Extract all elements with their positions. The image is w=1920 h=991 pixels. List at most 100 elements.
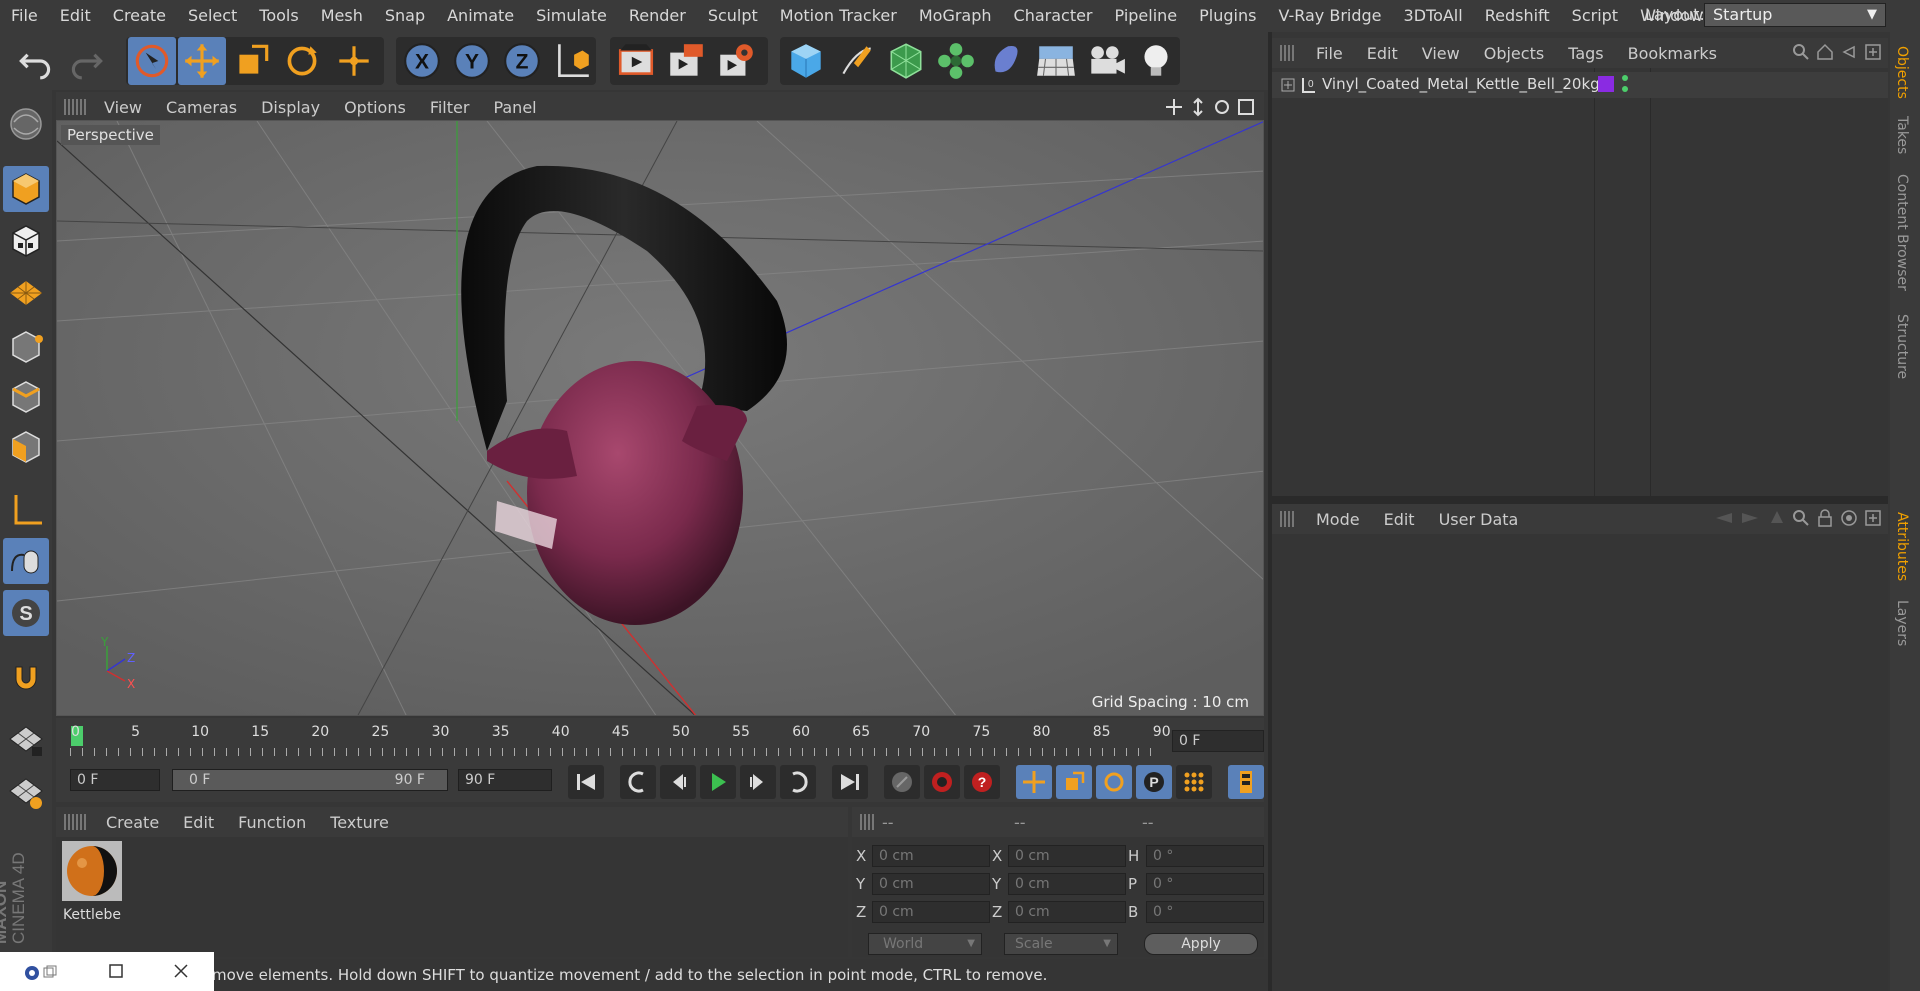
play-icon[interactable] bbox=[700, 765, 736, 799]
panel-grip-icon[interactable] bbox=[1280, 511, 1296, 527]
menu-file[interactable]: File bbox=[0, 0, 49, 32]
menu-select[interactable]: Select bbox=[177, 0, 248, 32]
viewport-menu-filter[interactable]: Filter bbox=[418, 98, 482, 117]
menu-plugins[interactable]: Plugins bbox=[1188, 0, 1267, 32]
panel-divider[interactable] bbox=[1268, 32, 1272, 991]
position-x-field[interactable]: 0 cm bbox=[872, 845, 990, 867]
3d-viewport[interactable]: Y Z X Perspective Grid Spacing : 10 cm bbox=[56, 120, 1264, 716]
tab-objects[interactable]: Objects bbox=[1894, 46, 1910, 99]
end-frame-field[interactable]: 90 F bbox=[458, 769, 552, 791]
menu-render[interactable]: Render bbox=[618, 0, 697, 32]
cinema4d-app-icon[interactable] bbox=[24, 964, 60, 982]
size-z-field[interactable]: 0 cm bbox=[1008, 901, 1126, 923]
material-menu-texture[interactable]: Texture bbox=[318, 813, 401, 832]
pan-view-icon[interactable] bbox=[1164, 97, 1184, 117]
object-row[interactable]: 0 Vinyl_Coated_Metal_Kettle_Bell_20kg bbox=[1272, 72, 1888, 98]
previous-keyframe-icon[interactable] bbox=[620, 765, 656, 799]
new-panel-icon[interactable] bbox=[1864, 509, 1882, 527]
enable-axis-icon[interactable] bbox=[3, 488, 49, 534]
menu-pipeline[interactable]: Pipeline bbox=[1104, 0, 1189, 32]
coordinate-system-icon[interactable] bbox=[548, 37, 596, 85]
menu-character[interactable]: Character bbox=[1003, 0, 1104, 32]
panel-grip-icon[interactable] bbox=[1280, 45, 1296, 61]
menu-redshift[interactable]: Redshift bbox=[1474, 0, 1561, 32]
menu-animate[interactable]: Animate bbox=[436, 0, 525, 32]
scale-icon[interactable] bbox=[228, 37, 276, 85]
menu-create[interactable]: Create bbox=[102, 0, 177, 32]
coordinate-mode-dropdown[interactable]: World ▼ bbox=[868, 933, 982, 955]
home-icon[interactable] bbox=[1816, 43, 1834, 61]
rotation-p-field[interactable]: 0 ° bbox=[1146, 873, 1264, 895]
lock-workplane-icon[interactable] bbox=[3, 718, 49, 764]
texture-mode-icon[interactable] bbox=[3, 218, 49, 264]
object-menu-file[interactable]: File bbox=[1304, 44, 1355, 63]
zoom-view-icon[interactable] bbox=[1188, 97, 1208, 117]
render-picture-viewer-icon[interactable] bbox=[662, 37, 710, 85]
move-icon[interactable] bbox=[178, 37, 226, 85]
tab-structure[interactable]: Structure bbox=[1894, 314, 1910, 379]
target-icon[interactable] bbox=[1840, 509, 1858, 527]
recent-tools-icon[interactable] bbox=[330, 37, 378, 85]
tab-attributes[interactable]: Attributes bbox=[1894, 512, 1910, 581]
tab-layers[interactable]: Layers bbox=[1894, 600, 1910, 646]
material-swatch[interactable]: Kettlebe bbox=[60, 841, 124, 923]
edges-mode-icon[interactable] bbox=[3, 374, 49, 420]
x-axis-lock-icon[interactable]: X bbox=[398, 37, 446, 85]
panel-divider[interactable] bbox=[1272, 496, 1888, 504]
expand-icon[interactable] bbox=[1280, 77, 1296, 93]
polygons-mode-icon[interactable] bbox=[3, 424, 49, 470]
frame-range-slider[interactable]: 0 F 90 F bbox=[172, 769, 448, 791]
menu-3dtoall[interactable]: 3DToAll bbox=[1393, 0, 1474, 32]
attribute-menu-edit[interactable]: Edit bbox=[1372, 510, 1427, 529]
search-icon[interactable] bbox=[1792, 43, 1810, 61]
light-icon[interactable] bbox=[1132, 37, 1180, 85]
live-selection-icon[interactable] bbox=[128, 37, 176, 85]
material-menu-create[interactable]: Create bbox=[94, 813, 171, 832]
menu-mesh[interactable]: Mesh bbox=[310, 0, 374, 32]
cube-primitive-icon[interactable] bbox=[782, 37, 830, 85]
rotate-icon[interactable] bbox=[278, 37, 326, 85]
render-visibility-dot[interactable] bbox=[1622, 86, 1628, 92]
apply-button[interactable]: Apply bbox=[1144, 933, 1258, 955]
record-scale-icon[interactable] bbox=[1056, 765, 1092, 799]
start-frame-field[interactable]: 0 F bbox=[70, 769, 160, 791]
search-icon[interactable] bbox=[1792, 509, 1810, 527]
lock-icon[interactable] bbox=[1816, 509, 1834, 527]
viewport-menu-view[interactable]: View bbox=[92, 98, 154, 117]
maximize-view-icon[interactable] bbox=[1236, 97, 1256, 117]
tweak-mode-icon[interactable] bbox=[3, 538, 49, 584]
autokeying-icon[interactable] bbox=[924, 765, 960, 799]
object-menu-tags[interactable]: Tags bbox=[1556, 44, 1615, 63]
menu-simulate[interactable]: Simulate bbox=[525, 0, 618, 32]
keyframe-selection-icon[interactable]: ? bbox=[964, 765, 1000, 799]
menu-sculpt[interactable]: Sculpt bbox=[697, 0, 769, 32]
rotate-view-icon[interactable] bbox=[1212, 97, 1232, 117]
viewport-menu-options[interactable]: Options bbox=[332, 98, 418, 117]
rotation-b-field[interactable]: 0 ° bbox=[1146, 901, 1264, 923]
record-rotation-icon[interactable] bbox=[1096, 765, 1132, 799]
floor-environment-icon[interactable] bbox=[1032, 37, 1080, 85]
tab-content-browser[interactable]: Content Browser bbox=[1894, 174, 1910, 291]
points-mode-icon[interactable] bbox=[3, 324, 49, 370]
object-menu-objects[interactable]: Objects bbox=[1472, 44, 1556, 63]
close-icon[interactable] bbox=[173, 963, 189, 979]
z-axis-lock-icon[interactable]: Z bbox=[498, 37, 546, 85]
object-menu-view[interactable]: View bbox=[1410, 44, 1472, 63]
make-editable-icon[interactable] bbox=[3, 101, 49, 147]
new-panel-icon[interactable] bbox=[1864, 43, 1882, 61]
render-settings-icon[interactable] bbox=[712, 37, 760, 85]
rotation-h-field[interactable]: 0 ° bbox=[1146, 845, 1264, 867]
material-menu-function[interactable]: Function bbox=[226, 813, 318, 832]
menu-edit[interactable]: Edit bbox=[49, 0, 102, 32]
planar-workplane-icon[interactable] bbox=[3, 770, 49, 816]
tab-takes[interactable]: Takes bbox=[1894, 116, 1910, 154]
timeline-ruler[interactable]: 0 5 10 15 20 25 30 35 40 45 50 55 60 65 70 75 80 85 90 bbox=[56, 718, 1264, 762]
navigate-back-icon[interactable] bbox=[1840, 43, 1858, 61]
previous-frame-icon[interactable] bbox=[660, 765, 696, 799]
object-menu-bookmarks[interactable]: Bookmarks bbox=[1616, 44, 1729, 63]
menu-motion-tracker[interactable]: Motion Tracker bbox=[769, 0, 908, 32]
menu-script[interactable]: Script bbox=[1561, 0, 1629, 32]
menu-mograph[interactable]: MoGraph bbox=[908, 0, 1003, 32]
undo-icon[interactable] bbox=[12, 37, 60, 85]
panel-grip-icon[interactable] bbox=[64, 99, 86, 115]
